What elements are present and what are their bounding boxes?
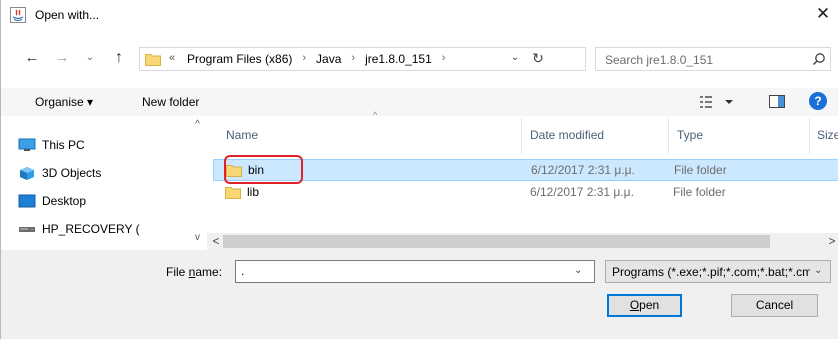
folder-icon [226, 165, 242, 177]
up-arrow-icon: ↑ [115, 49, 123, 66]
file-name-label-text: File [166, 265, 189, 279]
breadcrumb: Program Files (x86) › Java › jre1.8.0_15… [183, 52, 451, 66]
java-app-icon [10, 7, 26, 23]
organise-menu-button[interactable]: Organise ▾ [35, 95, 93, 109]
file-date-modified: 6/12/2017 2:31 μ.μ. [530, 185, 634, 199]
address-dropdown-icon[interactable]: ⌄ [508, 52, 522, 63]
file-date-modified: 6/12/2017 2:31 μ.μ. [531, 163, 635, 177]
navpane-scrollbar[interactable]: ^ v [189, 116, 206, 249]
file-name-label: File name: [166, 265, 222, 279]
file-type-select[interactable]: Programs (*.exe;*.pif;*.com;*.bat;*.cmd)… [605, 260, 831, 283]
chevron-down-icon[interactable]: ⌄ [814, 265, 822, 276]
search-input[interactable]: Search jre1.8.0_151 [595, 47, 831, 71]
sort-ascending-icon: ^ [373, 110, 378, 120]
refresh-icon[interactable]: ↻ [528, 50, 548, 67]
file-name-label-text: ame: [195, 265, 223, 279]
command-toolbar: Organise ▾ New folder ? [1, 88, 838, 116]
preview-pane-icon[interactable] [769, 95, 785, 108]
file-type-selected: Programs (*.exe;*.pif;*.com;*.bat;*.cmd) [612, 265, 810, 279]
title-bar: Open with... ✕ [1, 0, 838, 31]
chevron-down-icon: ⌄ [85, 52, 95, 63]
back-button[interactable]: ← [22, 48, 42, 68]
chevron-down-icon[interactable]: ⌄ [574, 265, 582, 276]
navpane-item-label: Desktop [42, 194, 87, 208]
back-arrow-icon: ← [24, 49, 40, 66]
horizontal-scrollbar[interactable]: < > [207, 233, 838, 250]
new-folder-button[interactable]: New folder [142, 95, 199, 109]
navpane-item-hp-recovery[interactable]: HP_RECOVERY ( [18, 218, 140, 240]
chevron-right-icon[interactable]: › [296, 52, 312, 66]
desktop-icon [18, 194, 36, 208]
file-name: lib [247, 185, 260, 199]
navpane-item-this-pc[interactable]: This PC [18, 134, 85, 156]
file-row-bin[interactable]: bin 6/12/2017 2:31 μ.μ. File folder [213, 159, 838, 181]
file-name-field[interactable]: . [241, 264, 244, 278]
forward-arrow-icon: → [54, 49, 70, 66]
column-divider[interactable] [809, 118, 810, 154]
file-type: File folder [673, 185, 726, 199]
scroll-down-icon[interactable]: v [191, 232, 204, 243]
up-button[interactable]: ↑ [109, 48, 129, 68]
column-header-type[interactable]: Type [677, 128, 703, 142]
scroll-up-icon[interactable]: ^ [191, 119, 204, 130]
help-button[interactable]: ? [809, 92, 827, 110]
address-bar[interactable]: « Program Files (x86) › Java › jre1.8.0_… [139, 47, 586, 71]
navpane-item-label: This PC [42, 138, 85, 152]
open-with-dialog: Open with... ✕ ← → ⌄ ↑ « Program Files (… [0, 0, 838, 339]
column-header-date-modified[interactable]: Date modified [530, 128, 604, 142]
breadcrumb-item[interactable]: Java [312, 52, 345, 66]
recent-locations-button[interactable]: ⌄ [80, 48, 100, 68]
navpane-item-3d-objects[interactable]: 3D Objects [18, 162, 101, 184]
column-header-size[interactable]: Size [817, 128, 838, 142]
open-button-accel: O [629, 298, 640, 312]
cancel-button[interactable]: Cancel [731, 294, 818, 317]
window-title: Open with... [35, 8, 100, 22]
forward-button[interactable]: → [52, 48, 72, 68]
scroll-right-icon[interactable]: > [825, 234, 838, 248]
drive-icon [19, 227, 35, 232]
close-icon: ✕ [815, 4, 831, 23]
scrollbar-thumb[interactable] [223, 235, 770, 248]
file-name: bin [248, 163, 265, 177]
folder-icon [145, 54, 161, 66]
breadcrumb-item[interactable]: jre1.8.0_151 [361, 52, 436, 66]
chevron-right-icon[interactable]: › [436, 52, 452, 66]
close-button[interactable]: ✕ [809, 3, 837, 27]
change-view-icon[interactable] [699, 94, 739, 110]
file-type: File folder [674, 163, 727, 177]
search-placeholder: Search jre1.8.0_151 [605, 53, 714, 67]
breadcrumb-item[interactable]: Program Files (x86) [183, 52, 296, 66]
dialog-footer: File name: . ⌄ Programs (*.exe;*.pif;*.c… [1, 250, 838, 339]
file-name-combobox[interactable]: . ⌄ [235, 260, 595, 283]
folder-icon [225, 187, 241, 199]
column-divider[interactable] [668, 118, 669, 154]
3d-objects-icon [20, 167, 34, 180]
file-row-lib[interactable]: lib 6/12/2017 2:31 μ.μ. File folder [213, 182, 838, 204]
search-icon [812, 53, 825, 66]
navpane-item-label: 3D Objects [42, 166, 102, 180]
navigation-pane: This PC 3D Objects Desktop HP_RECOVERY ( [1, 116, 207, 249]
chevron-right-icon[interactable]: › [345, 52, 361, 66]
open-button-label: pen [639, 298, 660, 312]
scroll-left-icon[interactable]: < [209, 234, 223, 248]
navpane-item-desktop[interactable]: Desktop [18, 190, 86, 212]
this-pc-icon [18, 138, 36, 151]
open-button[interactable]: Open [607, 294, 682, 317]
column-header-name[interactable]: Name [226, 128, 258, 142]
navpane-item-label: HP_RECOVERY ( [42, 222, 140, 236]
more-locations-icon[interactable]: « [169, 52, 175, 64]
column-divider[interactable] [521, 118, 522, 154]
